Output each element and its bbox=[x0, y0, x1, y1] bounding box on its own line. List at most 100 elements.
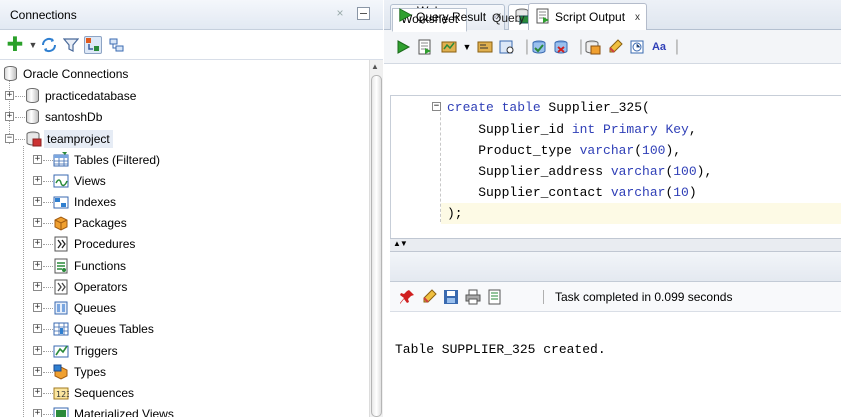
tree-node-functions[interactable]: + Functions bbox=[0, 256, 369, 277]
history-icon[interactable] bbox=[628, 38, 646, 56]
tree-node-label: Operators bbox=[74, 280, 128, 294]
procedures-icon bbox=[53, 236, 69, 252]
clear-icon[interactable] bbox=[606, 38, 624, 56]
schema-browser-icon[interactable] bbox=[84, 36, 102, 54]
run-statement-icon bbox=[398, 8, 413, 25]
svg-text:123: 123 bbox=[56, 390, 69, 399]
tree-node-label: Triggers bbox=[74, 344, 118, 358]
expand-icon[interactable]: + bbox=[33, 176, 42, 185]
sql-connection-icon bbox=[26, 131, 42, 147]
tree-node-label: Views bbox=[74, 174, 106, 188]
scroll-up-icon[interactable]: ▲ bbox=[371, 62, 379, 71]
run-statement-icon[interactable] bbox=[394, 38, 412, 56]
functions-icon bbox=[53, 258, 69, 274]
expand-icon[interactable]: + bbox=[33, 303, 42, 312]
save-icon[interactable] bbox=[442, 288, 460, 306]
connection-item-selected[interactable]: − teamproject bbox=[0, 129, 369, 150]
code-line-5: Supplier_contact varchar(10) bbox=[447, 185, 697, 200]
tree-node-views[interactable]: + Views bbox=[0, 171, 369, 192]
split-pane-divider[interactable] bbox=[390, 238, 841, 252]
code-line-4: Supplier_address varchar(100), bbox=[447, 164, 713, 179]
tree-node-label: Sequences bbox=[74, 386, 135, 400]
packages-icon bbox=[53, 215, 69, 231]
refresh-icon[interactable] bbox=[40, 36, 58, 54]
connections-tree: Oracle Connections + practicedatabase + … bbox=[0, 60, 369, 417]
queues-tables-icon bbox=[53, 321, 69, 337]
expand-icon[interactable]: + bbox=[33, 197, 42, 206]
operators-icon bbox=[53, 279, 69, 295]
expand-icon[interactable]: + bbox=[33, 282, 42, 291]
task-status: Task completed in 0.099 seconds bbox=[555, 290, 733, 304]
tree-node-sequences[interactable]: + 123 Sequences bbox=[0, 383, 369, 404]
tree-node-label: Types bbox=[74, 365, 107, 379]
tree-node-queues[interactable]: + Queues bbox=[0, 298, 369, 319]
expand-icon[interactable]: + bbox=[33, 324, 42, 333]
expand-icon[interactable]: + bbox=[33, 388, 42, 397]
connection-item[interactable]: + practicedatabase bbox=[0, 86, 369, 107]
code-line-1: create table Supplier_325( bbox=[447, 100, 650, 115]
run-script-icon[interactable] bbox=[416, 38, 434, 56]
tree-node-operators[interactable]: + Operators bbox=[0, 277, 369, 298]
collapse-icon[interactable] bbox=[108, 36, 126, 54]
sql-worksheet-icon[interactable] bbox=[584, 38, 602, 56]
tree-node-packages[interactable]: + Packages bbox=[0, 213, 369, 234]
queues-icon bbox=[53, 300, 69, 316]
autotrace-icon[interactable] bbox=[440, 38, 458, 56]
close-icon[interactable]: × bbox=[333, 6, 347, 20]
to-upper-lower-icon[interactable]: Aa bbox=[650, 38, 668, 56]
tree-node-queues-tables[interactable]: + Queues Tables bbox=[0, 319, 369, 340]
tree-node-triggers[interactable]: + Triggers bbox=[0, 341, 369, 362]
toolbar-separator bbox=[543, 290, 544, 304]
explain-plan-icon[interactable] bbox=[476, 38, 494, 56]
commit-icon[interactable] bbox=[530, 38, 548, 56]
dropdown-icon[interactable]: ▼ bbox=[458, 38, 476, 56]
connection-label: teamproject bbox=[44, 130, 113, 148]
tree-node-label: Queues Tables bbox=[74, 322, 154, 336]
tab-query-result[interactable]: Query Result x bbox=[392, 3, 507, 30]
expand-icon[interactable]: + bbox=[33, 218, 42, 227]
eraser-icon[interactable] bbox=[420, 288, 438, 306]
split-arrows-icon[interactable]: ▲▼ bbox=[393, 239, 408, 248]
expand-icon[interactable]: + bbox=[33, 409, 42, 417]
expand-icon[interactable]: + bbox=[33, 155, 42, 164]
tree-node-indexes[interactable]: + Indexes bbox=[0, 192, 369, 213]
materialized-views-icon bbox=[53, 406, 69, 417]
close-icon[interactable]: x bbox=[496, 11, 501, 22]
expand-icon[interactable]: + bbox=[33, 261, 42, 270]
tree-root[interactable]: Oracle Connections bbox=[0, 64, 369, 85]
expand-icon[interactable]: + bbox=[5, 112, 14, 121]
connection-item[interactable]: + santoshDb bbox=[0, 107, 369, 128]
tab-script-output[interactable]: Script Output x bbox=[528, 3, 648, 30]
expand-icon[interactable]: + bbox=[5, 91, 14, 100]
code-fold-icon[interactable]: − bbox=[432, 102, 441, 111]
add-connection-icon[interactable]: ✚ bbox=[6, 35, 24, 55]
minimize-icon[interactable] bbox=[357, 7, 370, 20]
expand-icon[interactable]: + bbox=[33, 239, 42, 248]
connection-label: practicedatabase bbox=[45, 89, 137, 103]
rollback-icon[interactable] bbox=[552, 38, 570, 56]
pin-icon[interactable] bbox=[398, 288, 416, 306]
filter-icon[interactable] bbox=[62, 36, 80, 54]
worksheet-tab-bar bbox=[390, 64, 841, 96]
tree-node-label: Packages bbox=[74, 216, 127, 230]
tree-node-materialized-views[interactable]: + Materialized Views bbox=[0, 404, 369, 417]
database-icon bbox=[4, 66, 17, 81]
expand-icon[interactable]: + bbox=[33, 346, 42, 355]
tree-root-label: Oracle Connections bbox=[23, 67, 129, 81]
tree-node-label: Materialized Views bbox=[74, 407, 174, 417]
tree-node-procedures[interactable]: + Procedures bbox=[0, 234, 369, 255]
tree-node-tables[interactable]: + Tables (Filtered) bbox=[0, 150, 369, 171]
tab-label: Script Output bbox=[555, 10, 626, 24]
script-output-pane[interactable] bbox=[390, 312, 841, 417]
expand-icon[interactable]: + bbox=[33, 367, 42, 376]
tree-scrollbar-thumb[interactable] bbox=[371, 75, 382, 417]
collapse-node-icon[interactable]: − bbox=[5, 134, 14, 143]
print-icon[interactable] bbox=[464, 288, 482, 306]
tree-node-types[interactable]: + Types bbox=[0, 362, 369, 383]
close-icon[interactable]: x bbox=[635, 12, 640, 23]
sql-tuning-icon[interactable] bbox=[498, 38, 516, 56]
tree-node-label: Indexes bbox=[74, 195, 117, 209]
code-line-6: ); bbox=[447, 206, 463, 221]
indexes-icon bbox=[53, 194, 69, 210]
open-file-icon[interactable] bbox=[486, 288, 504, 306]
